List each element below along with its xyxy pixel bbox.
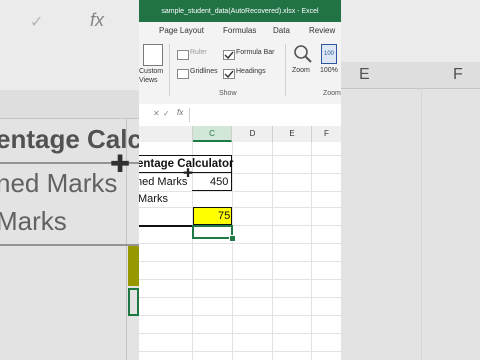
zoom-group-label: Zoom xyxy=(323,90,341,97)
zoom-button[interactable]: Zoom xyxy=(292,67,310,74)
title-bar: sample_student_data(AutoRecovered).xlsx … xyxy=(139,0,341,22)
background-zoom-left: ✓ fx entage Calc ned Marks Marks ✚ xyxy=(0,0,139,360)
formula-divider xyxy=(189,108,190,122)
ruler-checkbox[interactable] xyxy=(177,50,189,60)
worksheet-grid[interactable]: entage Calculator ✚ ned Marks 450 Marks … xyxy=(139,142,341,360)
formula-bar: ✕ ✓ fx xyxy=(139,104,341,127)
tab-page-layout[interactable]: Page Layout xyxy=(159,26,204,35)
ribbon-divider-2 xyxy=(285,44,286,96)
column-header-e[interactable]: E xyxy=(273,126,312,142)
fill-handle[interactable] xyxy=(229,235,236,242)
headings-label: Headings xyxy=(236,68,266,75)
zoom-100-icon[interactable]: 100 xyxy=(321,44,337,64)
obtained-marks-label[interactable]: ned Marks xyxy=(139,173,187,191)
formula-input[interactable] xyxy=(195,107,341,123)
column-header-b[interactable] xyxy=(139,126,193,142)
ruler-label: Ruler xyxy=(190,49,207,56)
ribbon: Custom Views Ruler Formula Bar Gridlines… xyxy=(139,40,341,105)
excel-window: sample_student_data(AutoRecovered).xlsx … xyxy=(139,0,341,360)
gridlines-checkbox[interactable] xyxy=(177,69,189,79)
percentage-value: 75 xyxy=(218,210,231,222)
total-marks-label[interactable]: Marks xyxy=(139,190,168,208)
column-header-c[interactable]: C xyxy=(193,126,232,142)
selected-cell[interactable] xyxy=(192,225,233,239)
gridlines-label: Gridlines xyxy=(190,68,218,75)
column-header-d[interactable]: D xyxy=(233,126,273,142)
tab-review[interactable]: Review xyxy=(309,26,335,35)
window-title: sample_student_data(AutoRecovered).xlsx … xyxy=(161,7,319,15)
zoom-100-button[interactable]: 100% xyxy=(320,67,338,74)
ribbon-divider xyxy=(169,44,170,96)
show-group-label: Show xyxy=(219,90,237,97)
magnifier-icon[interactable] xyxy=(293,44,313,66)
tab-data[interactable]: Data xyxy=(273,26,290,35)
tab-formulas[interactable]: Formulas xyxy=(223,26,256,35)
background-zoom-right: E F xyxy=(341,0,480,360)
obtained-marks-value[interactable]: 450 xyxy=(210,173,228,191)
column-header-f[interactable]: F xyxy=(312,126,341,142)
headings-checkbox[interactable] xyxy=(223,69,235,79)
column-headers: C D E F xyxy=(139,126,341,143)
fx-button[interactable]: fx xyxy=(177,108,183,117)
custom-views-button[interactable]: Custom Views xyxy=(139,67,169,85)
enter-icon[interactable]: ✓ xyxy=(163,109,170,118)
ribbon-tabs: Page Layout Formulas Data Review xyxy=(139,22,341,40)
cancel-icon[interactable]: ✕ xyxy=(153,109,160,118)
formula-bar-label: Formula Bar xyxy=(236,49,275,56)
custom-views-icon[interactable] xyxy=(143,44,163,66)
formula-bar-checkbox[interactable] xyxy=(223,50,235,60)
